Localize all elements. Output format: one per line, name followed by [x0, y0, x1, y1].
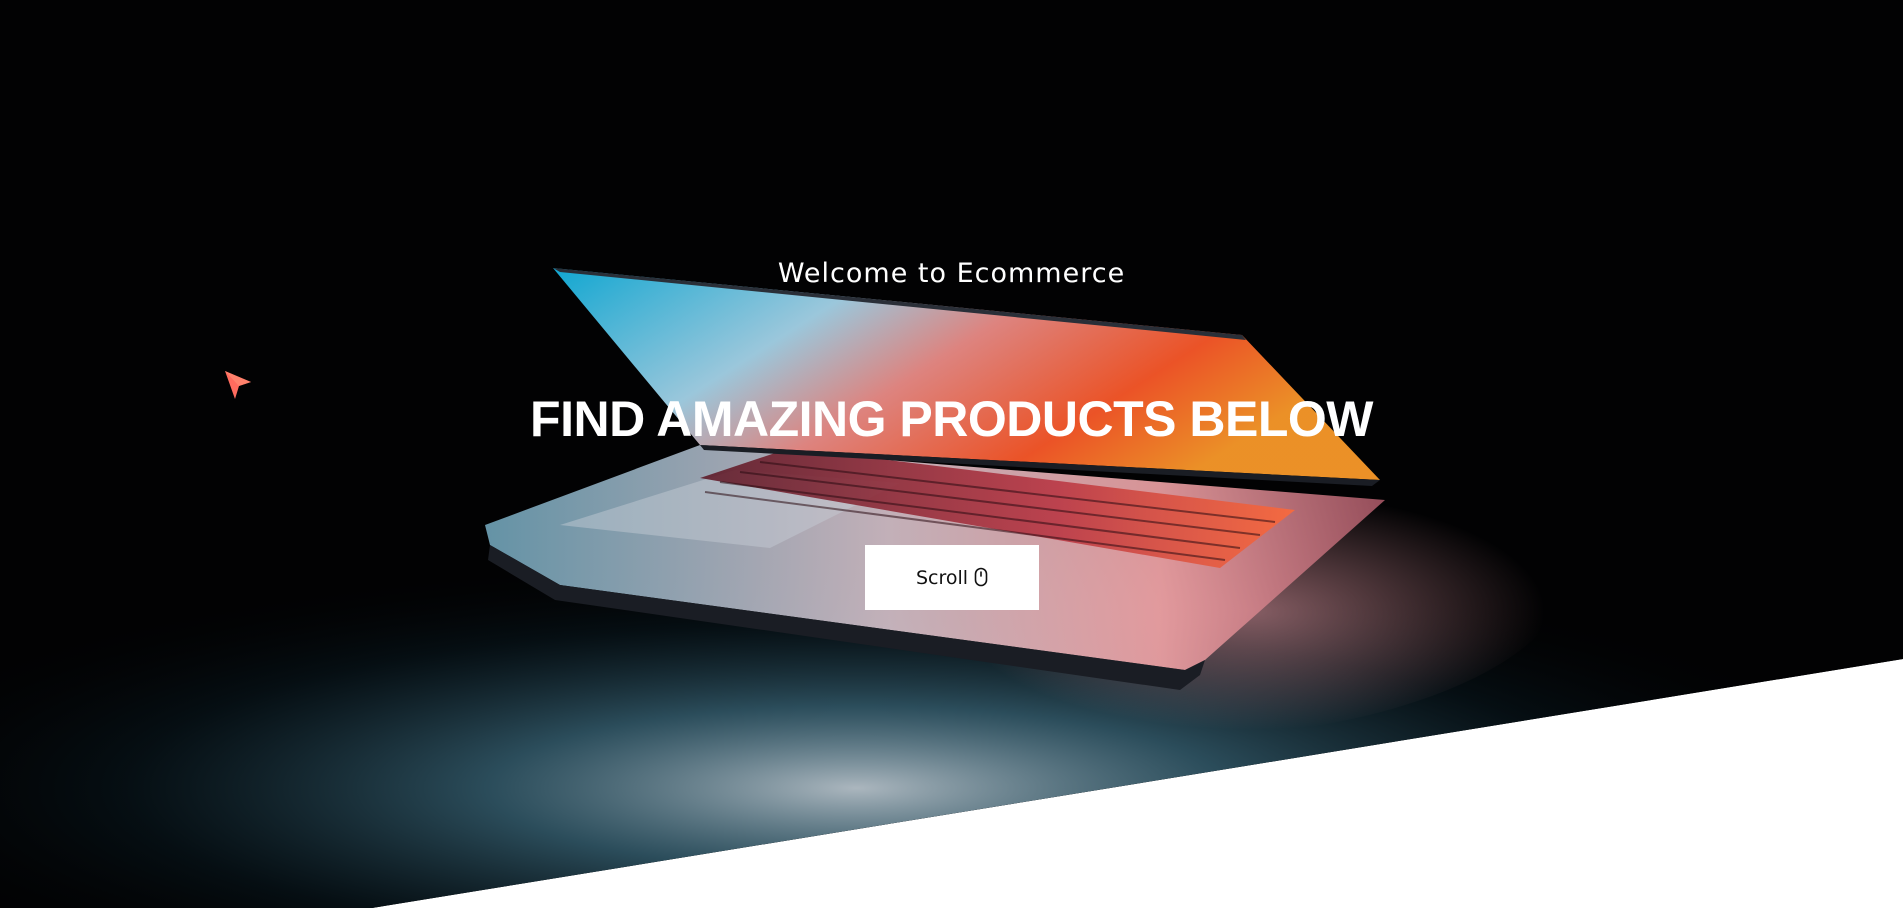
scroll-button-label: Scroll	[915, 566, 969, 589]
scroll-button[interactable]: Scroll	[865, 545, 1039, 610]
hero-section: Welcome to Ecommerce FIND AMAZING PRODUC…	[0, 0, 1903, 908]
mouse-icon	[974, 567, 988, 586]
pointer-arrow-icon	[225, 371, 251, 399]
welcome-text: Welcome to Ecommerce	[777, 258, 1126, 289]
hero-content: Welcome to Ecommerce FIND AMAZING PRODUC…	[0, 0, 1903, 908]
hero-headline: FIND AMAZING PRODUCTS BELOW	[530, 391, 1373, 447]
